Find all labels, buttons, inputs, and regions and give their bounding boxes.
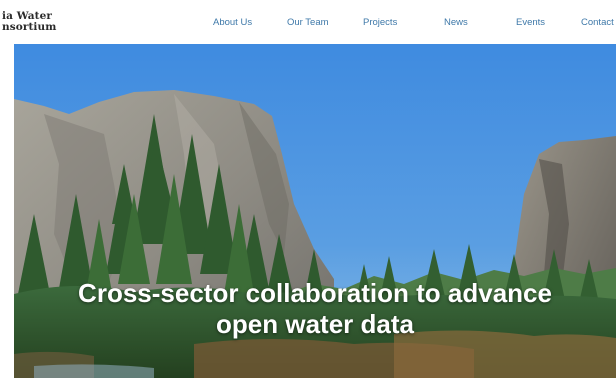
hero-heading-line-1: Cross-sector collaboration to advance [78,278,552,308]
hero-heading: Cross-sector collaboration to advance op… [14,278,616,340]
hero-heading-line-2: open water data [216,309,414,339]
hero-banner: Cross-sector collaboration to advance op… [14,44,616,378]
main-nav: About Us Our Team Projects News Events C… [0,0,616,44]
nav-projects[interactable]: Projects [363,17,397,28]
nav-about-us[interactable]: About Us [213,17,252,28]
site-header: ia Water nsortium About Us Our Team Proj… [0,0,616,44]
page: ia Water nsortium About Us Our Team Proj… [0,0,616,378]
nav-news[interactable]: News [444,17,468,28]
nav-events[interactable]: Events [516,17,545,28]
nav-our-team[interactable]: Our Team [287,17,329,28]
nav-contact[interactable]: Contact [581,17,614,28]
